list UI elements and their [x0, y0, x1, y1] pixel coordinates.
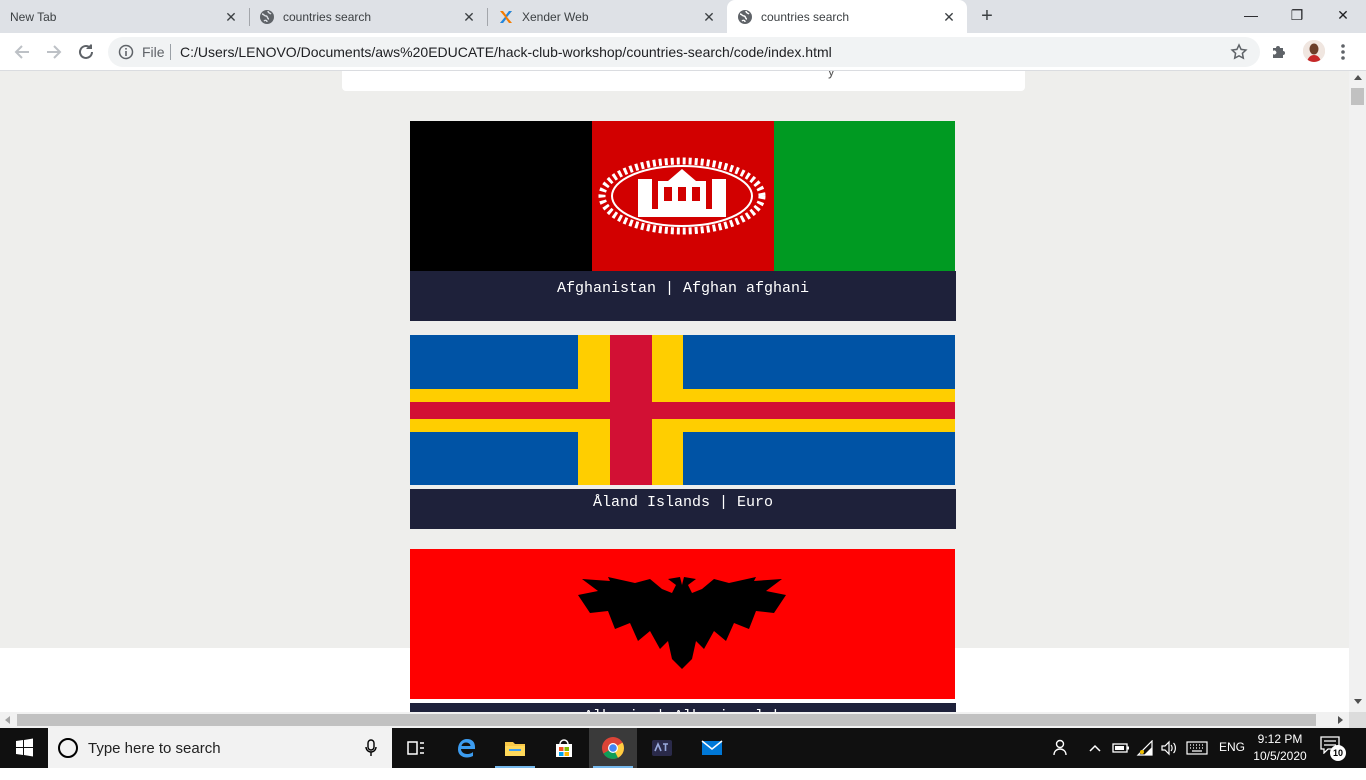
- scroll-down-arrow-icon[interactable]: [1354, 699, 1362, 704]
- keyboard-icon[interactable]: [1186, 741, 1208, 755]
- country-caption: Åland Islands | Euro: [410, 489, 956, 529]
- close-icon[interactable]: ✕: [701, 9, 717, 25]
- bookmark-star-icon[interactable]: [1230, 43, 1248, 61]
- chevron-up-icon[interactable]: [1088, 742, 1102, 754]
- clock-date: 10/5/2020: [1253, 749, 1307, 763]
- tab-xender-web[interactable]: Xender Web ✕: [488, 0, 727, 33]
- tab-title: Xender Web: [522, 10, 589, 24]
- browser-toolbar: File C:/Users/LENOVO/Documents/aws%20EDU…: [0, 33, 1366, 71]
- search-placeholder: Type here to search: [88, 740, 221, 757]
- system-clock[interactable]: 9:12 PM 10/5/2020: [1248, 731, 1312, 765]
- xender-icon: [500, 11, 512, 23]
- country-card-afghanistan[interactable]: Afghanistan | Afghan afghani: [410, 121, 956, 321]
- info-icon[interactable]: [118, 44, 134, 60]
- scroll-right-arrow-icon[interactable]: [1338, 716, 1343, 724]
- close-window-button[interactable]: ✕: [1320, 0, 1366, 30]
- new-tab-button[interactable]: +: [976, 6, 998, 28]
- search-text-peek: y: [828, 71, 835, 79]
- taskbar-file-explorer[interactable]: [491, 728, 539, 768]
- scrollbar-corner: [1349, 712, 1366, 728]
- taskbar-edge[interactable]: [442, 728, 490, 768]
- country-card-albania[interactable]: Albania | Albanian lek: [410, 549, 956, 712]
- country-caption: Albania | Albanian lek: [410, 703, 956, 712]
- scheme-label: File: [142, 44, 165, 60]
- profile-photo-icon: [1303, 40, 1325, 62]
- task-view-button[interactable]: [392, 728, 440, 768]
- reload-icon[interactable]: [75, 41, 97, 63]
- edge-icon: [458, 739, 475, 758]
- language-indicator[interactable]: ENG: [1219, 740, 1245, 780]
- mail-icon: [701, 740, 723, 755]
- aland-flag: [410, 335, 955, 485]
- globe-icon: [738, 10, 752, 24]
- country-caption: Afghanistan | Afghan afghani: [410, 271, 956, 321]
- address-bar[interactable]: File C:/Users/LENOVO/Documents/aws%20EDU…: [108, 37, 1260, 67]
- clock-time: 9:12 PM: [1257, 732, 1303, 746]
- tab-countries-search[interactable]: countries search ✕: [249, 0, 487, 33]
- url-text[interactable]: C:/Users/LENOVO/Documents/aws%20EDUCATE/…: [180, 44, 832, 60]
- omnibox-divider: [170, 44, 171, 60]
- task-view-icon: [407, 741, 424, 755]
- tab-title: countries search: [283, 10, 372, 24]
- country-card-aland[interactable]: Åland Islands | Euro: [410, 335, 956, 529]
- forward-arrow-icon[interactable]: [43, 41, 65, 63]
- globe-icon: [260, 10, 274, 24]
- albania-flag: [410, 549, 955, 699]
- taskbar-game-app[interactable]: [638, 728, 686, 768]
- more-menu-icon[interactable]: [1338, 42, 1348, 62]
- wifi-icon[interactable]: [1136, 740, 1154, 756]
- chrome-icon: [602, 737, 624, 759]
- tab-countries-search-active[interactable]: countries search ✕: [727, 0, 967, 33]
- game-app-icon: [652, 740, 672, 756]
- tab-title: countries search: [761, 10, 850, 24]
- scroll-up-arrow-icon[interactable]: [1354, 75, 1362, 80]
- back-arrow-icon[interactable]: [11, 41, 33, 63]
- battery-icon[interactable]: [1112, 741, 1130, 755]
- horizontal-scroll-thumb[interactable]: [17, 714, 1316, 726]
- vertical-scrollbar[interactable]: [1349, 71, 1366, 712]
- store-icon: [556, 739, 572, 757]
- profile-avatar[interactable]: [1303, 40, 1325, 62]
- tab-title: New Tab: [10, 10, 57, 24]
- vertical-scroll-thumb[interactable]: [1351, 88, 1364, 105]
- maximize-button[interactable]: ❐: [1274, 0, 1320, 30]
- windows-taskbar: Type here to search ENG 9:12 PM 10/5/202…: [0, 728, 1366, 768]
- taskbar-store[interactable]: [540, 728, 588, 768]
- close-icon[interactable]: ✕: [941, 9, 957, 25]
- taskbar-mail[interactable]: [688, 728, 736, 768]
- horizontal-scrollbar[interactable]: [0, 712, 1349, 728]
- search-card: y: [342, 71, 1025, 91]
- scroll-left-arrow-icon[interactable]: [5, 716, 10, 724]
- taskbar-search-box[interactable]: Type here to search: [48, 728, 392, 768]
- close-icon[interactable]: ✕: [461, 9, 477, 25]
- volume-icon[interactable]: [1160, 740, 1178, 756]
- extensions-puzzle-icon[interactable]: [1270, 42, 1288, 60]
- cortana-icon: [58, 738, 78, 758]
- tab-strip: New Tab ✕ countries search ✕ Xender Web …: [0, 0, 1366, 33]
- windows-start-icon[interactable]: [0, 728, 48, 768]
- action-center-button[interactable]: 10: [1320, 736, 1346, 761]
- minimize-button[interactable]: —: [1228, 0, 1274, 30]
- close-icon[interactable]: ✕: [223, 9, 239, 25]
- taskbar-chrome[interactable]: [589, 728, 637, 768]
- page-viewport: y Afghanistan | Afghan afghani Åland Isl…: [0, 71, 1349, 712]
- microphone-icon[interactable]: [364, 739, 378, 757]
- afghanistan-flag: [410, 121, 955, 271]
- notification-count-badge: 10: [1330, 745, 1346, 761]
- folder-icon: [505, 742, 525, 756]
- tab-new-tab[interactable]: New Tab ✕: [0, 0, 249, 33]
- people-icon[interactable]: [1052, 738, 1072, 758]
